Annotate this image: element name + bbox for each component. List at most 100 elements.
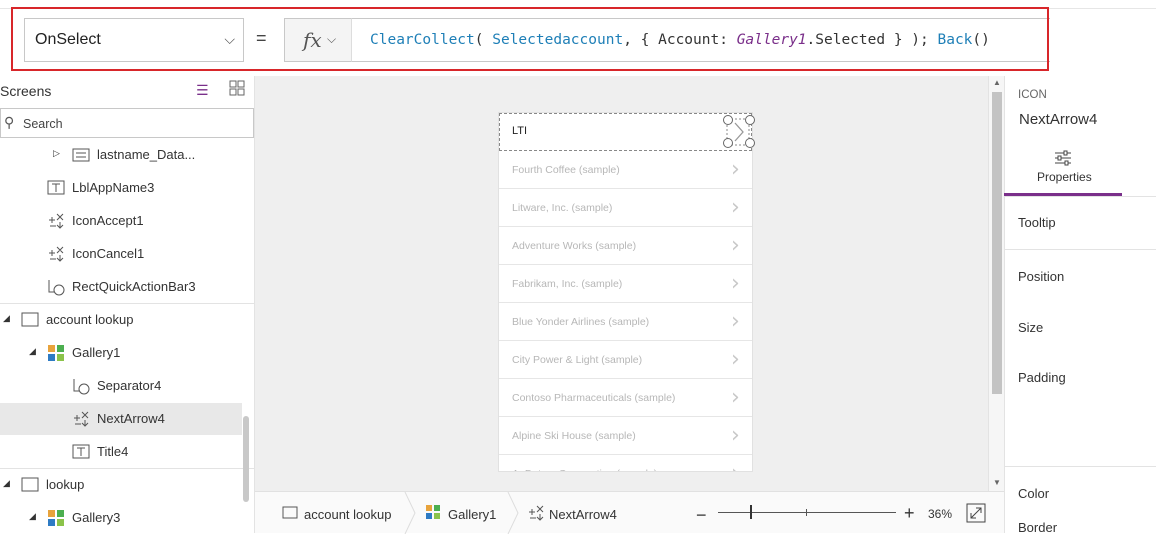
tree-item-label: NextArrow4: [97, 411, 165, 426]
tree-item-label: Title4: [97, 444, 129, 459]
next-arrow-icon[interactable]: ›: [731, 233, 740, 258]
screens-title: Screens: [0, 83, 52, 99]
search-icon: ⚲: [4, 114, 15, 130]
selected-next-arrow-icon[interactable]: [723, 115, 757, 149]
gallery-item-title: Contoso Pharmaceuticals (sample): [512, 392, 676, 404]
gallery-item[interactable]: Blue Yonder Airlines (sample) ›: [499, 303, 752, 341]
tree-item-label: lastname_Data...: [97, 147, 196, 162]
gallery-icon: [47, 509, 65, 527]
property-color[interactable]: Color: [1018, 486, 1049, 501]
gallery-item-title: City Power & Light (sample): [512, 354, 643, 366]
scroll-down-icon[interactable]: ▼: [993, 478, 1001, 487]
grid-view-icon[interactable]: [229, 80, 245, 96]
gallery-item-title: Blue Yonder Airlines (sample): [512, 316, 650, 328]
tree-item-label: Gallery3: [72, 510, 121, 525]
tree-item-label: lookup: [46, 477, 85, 492]
gallery-item-title: Fourth Coffee (sample): [512, 164, 620, 176]
screen-icon: [21, 476, 39, 494]
gallery-icon: [426, 505, 440, 519]
tree-item[interactable]: Title4: [0, 436, 242, 468]
tab-properties[interactable]: Properties: [1004, 144, 1122, 196]
canvas-vertical-scrollbar[interactable]: ▲ ▼: [988, 76, 1005, 491]
gallery-item-title: A. Datum Corporation (sample): [512, 468, 657, 471]
zoom-slider[interactable]: [718, 512, 896, 513]
expand-arrow-icon[interactable]: ◢: [3, 313, 10, 324]
breadcrumb-label: Gallery1: [448, 507, 497, 522]
control-name[interactable]: NextArrow4: [1019, 111, 1097, 128]
expand-arrow-icon[interactable]: ◢: [29, 346, 36, 357]
tree-item[interactable]: Separator4: [0, 370, 242, 402]
sliders-icon: [1055, 150, 1071, 166]
tree-item[interactable]: NextArrow4: [0, 403, 242, 435]
tree-scrollbar[interactable]: [243, 416, 249, 502]
zoom-slider-midpoint: [806, 509, 807, 516]
divider: [1004, 466, 1156, 467]
property-padding[interactable]: Padding: [1018, 370, 1066, 385]
tab-properties-label: Properties: [1037, 170, 1092, 184]
tree-item-label: RectQuickActionBar3: [72, 279, 196, 294]
form-icon: [72, 146, 90, 164]
next-arrow-icon[interactable]: ›: [731, 309, 740, 334]
zoom-out-button[interactable]: −: [696, 505, 707, 526]
gallery-icon: [47, 344, 65, 362]
tree-view-icon[interactable]: ☰: [196, 82, 209, 99]
tree-item-label: Separator4: [97, 378, 162, 393]
icon-control-icon: [47, 245, 65, 263]
gallery-item[interactable]: Fabrikam, Inc. (sample) ›: [499, 265, 752, 303]
next-arrow-icon[interactable]: ›: [731, 157, 740, 182]
tree-item[interactable]: RectQuickActionBar3: [0, 271, 242, 303]
divider: [0, 303, 254, 304]
tree-item[interactable]: LblAppName3: [0, 172, 242, 204]
next-arrow-icon[interactable]: ›: [731, 461, 740, 471]
screen-icon: [282, 506, 298, 519]
gallery-item[interactable]: Fourth Coffee (sample) ›: [499, 151, 752, 189]
scroll-thumb[interactable]: [992, 92, 1002, 394]
property-position[interactable]: Position: [1018, 269, 1064, 284]
icon-control-icon: [72, 410, 90, 428]
tree-item[interactable]: IconAccept1: [0, 205, 242, 237]
next-arrow-icon[interactable]: ›: [731, 195, 740, 220]
tree-item[interactable]: ◢ account lookup: [0, 304, 242, 336]
tree-item-label: LblAppName3: [72, 180, 155, 195]
gallery-item-title: Adventure Works (sample): [512, 240, 637, 252]
scroll-up-icon[interactable]: ▲: [993, 78, 1001, 87]
gallery-item[interactable]: Adventure Works (sample) ›: [499, 227, 752, 265]
search-input[interactable]: ⚲ Search: [0, 108, 254, 138]
zoom-slider-thumb[interactable]: [750, 505, 753, 519]
expand-arrow-icon[interactable]: ◢: [29, 511, 36, 522]
next-arrow-icon[interactable]: ›: [731, 271, 740, 296]
property-tooltip[interactable]: Tooltip: [1018, 215, 1056, 230]
gallery-item[interactable]: LTI: [499, 113, 752, 151]
label-icon: [47, 179, 65, 197]
next-arrow-icon[interactable]: ›: [731, 385, 740, 410]
fit-to-window-icon[interactable]: [966, 503, 986, 523]
gallery-item[interactable]: City Power & Light (sample) ›: [499, 341, 752, 379]
breadcrumb-label: account lookup: [304, 507, 392, 522]
zoom-in-button[interactable]: +: [904, 503, 915, 524]
gallery-item-title: Litware, Inc. (sample): [512, 202, 613, 214]
gallery-item[interactable]: Contoso Pharmaceuticals (sample) ›: [499, 379, 752, 417]
divider: [1004, 196, 1156, 197]
next-arrow-icon[interactable]: ›: [731, 347, 740, 372]
gallery-item[interactable]: Alpine Ski House (sample) ›: [499, 417, 752, 455]
breadcrumb-separator: [404, 492, 416, 534]
breadcrumb-separator: [507, 492, 519, 534]
tree-item[interactable]: IconCancel1: [0, 238, 242, 270]
gallery-item[interactable]: A. Datum Corporation (sample) ›: [499, 455, 752, 471]
tree-item[interactable]: ▷ lastname_Data...: [0, 139, 242, 171]
tree-item[interactable]: ◢ Gallery3: [0, 502, 242, 534]
next-arrow-icon[interactable]: ›: [731, 423, 740, 448]
zoom-level: 36%: [928, 507, 953, 521]
gallery-item-title: LTI: [512, 125, 528, 137]
tree-item[interactable]: ◢ Gallery1: [0, 337, 242, 369]
label-icon: [72, 443, 90, 461]
gallery-item[interactable]: Litware, Inc. (sample) ›: [499, 189, 752, 227]
expand-arrow-icon[interactable]: ◢: [3, 478, 10, 489]
gallery-item-title: Fabrikam, Inc. (sample): [512, 278, 623, 290]
tree-item-label: account lookup: [46, 312, 134, 327]
gallery1[interactable]: LTI Fourth Coffee (sample) › Litware, Inc. …: [498, 112, 753, 472]
tree-item-label: IconCancel1: [72, 246, 145, 261]
expand-arrow-icon[interactable]: ▷: [53, 148, 60, 159]
tree-item[interactable]: ◢ lookup: [0, 469, 242, 501]
property-size[interactable]: Size: [1018, 320, 1043, 335]
